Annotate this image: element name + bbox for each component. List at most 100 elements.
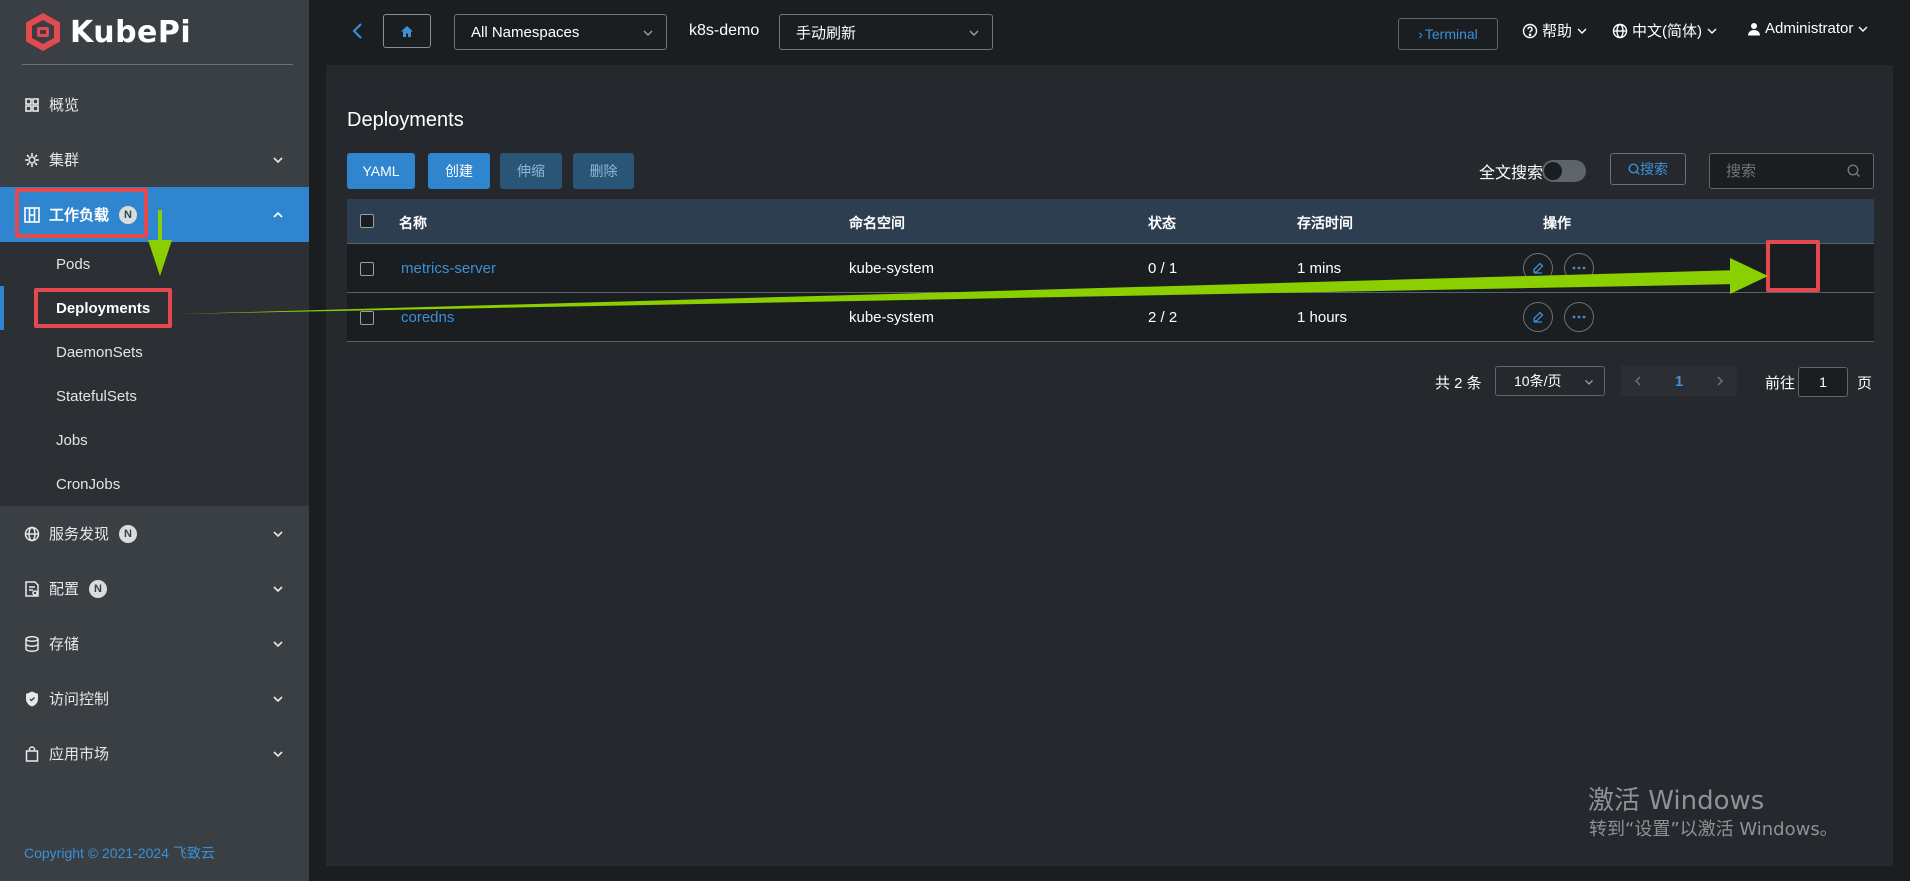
chevron-down-icon (273, 156, 283, 163)
scale-button[interactable]: 伸缩 (500, 153, 562, 189)
workloads-submenu: Pods Deployments DaemonSets StatefulSets… (0, 242, 309, 506)
page-size-select[interactable]: 10条/页 (1495, 366, 1605, 396)
select-all-checkbox[interactable] (360, 214, 374, 228)
language-menu[interactable]: 中文(简体) (1608, 20, 1722, 41)
activation-watermark-subtitle: 转到“设置”以激活 Windows。 (1589, 819, 1838, 840)
sidebar-item-service-discovery[interactable]: 服务发现 N (0, 506, 309, 561)
submenu-item-jobs[interactable]: Jobs (0, 418, 309, 462)
question-circle-icon (1522, 23, 1538, 38)
main-panel: Deployments YAML 创建 伸缩 删除 全文搜索 搜索 名称 命名空… (326, 65, 1893, 866)
full-text-search-toggle[interactable] (1542, 160, 1586, 182)
deployment-name-link[interactable]: metrics-server (401, 260, 496, 277)
terminal-button-label: Terminal (1424, 26, 1478, 42)
home-icon (401, 25, 413, 37)
submenu-item-daemonsets[interactable]: DaemonSets (0, 330, 309, 374)
search-button[interactable]: 搜索 (1610, 153, 1686, 185)
new-badge: N (89, 579, 108, 598)
chevron-down-icon (1585, 380, 1593, 385)
deployment-name-link[interactable]: coredns (401, 309, 454, 326)
chevron-down-icon (273, 640, 283, 647)
column-header-age: 存活时间 (1297, 215, 1353, 231)
copyright-text: Copyright © 2021-2024 飞致云 (24, 845, 215, 861)
full-text-search-label: 全文搜索 (1479, 165, 1544, 182)
more-actions-button[interactable] (1564, 302, 1594, 332)
sidebar-item-overview[interactable]: 概览 (0, 77, 309, 132)
age-cell: 1 mins (1297, 260, 1342, 277)
help-menu[interactable]: 帮助 (1518, 20, 1592, 41)
namespace-select[interactable]: All Namespaces (454, 14, 667, 50)
chevron-up-icon (273, 211, 283, 218)
column-header-name: 名称 (399, 215, 427, 231)
create-button[interactable]: 创建 (428, 153, 490, 189)
chevron-down-icon (1577, 28, 1587, 34)
user-menu[interactable]: Administrator (1743, 20, 1873, 37)
activation-watermark-title: 激活 Windows (1588, 786, 1765, 816)
cluster-name: k8s-demo (689, 22, 760, 39)
user-icon (1748, 22, 1760, 35)
namespace-cell: kube-system (849, 309, 935, 326)
sidebar-item-label: 访问控制 (49, 691, 110, 708)
prev-page-icon[interactable] (1633, 375, 1643, 387)
sidebar: KubePi 概览 集群 工作负载 N Pods Deployments Dae… (0, 0, 309, 881)
column-header-namespace: 命名空间 (849, 215, 905, 231)
sidebar-item-label: 配置 (49, 581, 80, 598)
status-cell: 0 / 1 (1148, 260, 1178, 277)
submenu-item-cronjobs[interactable]: CronJobs (0, 462, 309, 506)
table-row: metrics-server kube-system 0 / 1 1 mins (347, 244, 1874, 293)
namespace-cell: kube-system (849, 260, 935, 277)
submenu-item-deployments[interactable]: Deployments (0, 286, 309, 330)
back-arrow-icon[interactable] (351, 21, 365, 41)
current-page[interactable]: 1 (1675, 373, 1683, 390)
search-icon (1628, 163, 1640, 175)
table-row: coredns kube-system 2 / 2 1 hours (347, 293, 1874, 342)
page-size-value: 10条/页 (1514, 373, 1562, 389)
chevron-down-icon (1707, 28, 1717, 34)
sidebar-item-label: 存储 (49, 636, 80, 653)
sidebar-item-app-market[interactable]: 应用市场 (0, 726, 309, 781)
more-icon (1572, 266, 1586, 270)
sidebar-item-label: 集群 (49, 152, 80, 169)
yaml-button[interactable]: YAML (347, 153, 415, 189)
chevron-down-icon (273, 750, 283, 757)
submenu-item-statefulsets[interactable]: StatefulSets (0, 374, 309, 418)
config-icon (24, 580, 40, 597)
refresh-select-value: 手动刷新 (796, 24, 857, 42)
sidebar-item-cluster[interactable]: 集群 (0, 132, 309, 187)
edit-pencil-icon (1533, 311, 1544, 323)
home-button[interactable] (383, 14, 431, 48)
row-checkbox[interactable] (360, 262, 374, 276)
edit-button[interactable] (1523, 302, 1553, 332)
chevron-down-icon (273, 695, 283, 702)
sidebar-item-access-control[interactable]: 访问控制 (0, 671, 309, 726)
sidebar-item-label: 服务发现 (49, 526, 110, 543)
chevron-down-icon (273, 530, 283, 537)
status-cell: 2 / 2 (1148, 309, 1178, 326)
edit-button[interactable] (1523, 253, 1553, 283)
pagination-total: 共 2 条 (1435, 375, 1482, 392)
chevron-down-icon (1858, 26, 1868, 32)
next-page-icon[interactable] (1715, 375, 1725, 387)
help-menu-label: 帮助 (1542, 23, 1573, 40)
topbar: All Namespaces k8s-demo 手动刷新 › Terminal … (309, 0, 1910, 63)
globe-icon (1612, 23, 1628, 38)
more-actions-button[interactable] (1564, 253, 1594, 283)
delete-button[interactable]: 删除 (573, 153, 634, 189)
submenu-item-pods[interactable]: Pods (0, 242, 309, 286)
kubepi-logo-icon (24, 12, 62, 52)
sidebar-item-workloads[interactable]: 工作负载 N (0, 187, 309, 242)
terminal-button[interactable]: › Terminal (1398, 18, 1498, 50)
column-header-status: 状态 (1148, 215, 1176, 231)
user-menu-label: Administrator (1765, 20, 1854, 37)
refresh-select[interactable]: 手动刷新 (779, 14, 993, 50)
sidebar-item-storage[interactable]: 存储 (0, 616, 309, 671)
logo[interactable]: KubePi (24, 12, 191, 52)
table-header: 名称 命名空间 状态 存活时间 操作 (347, 199, 1874, 244)
goto-page-input[interactable] (1798, 367, 1848, 397)
search-button-label: 搜索 (1640, 161, 1668, 177)
row-checkbox[interactable] (360, 311, 374, 325)
sidebar-item-label: 应用市场 (49, 746, 110, 763)
sidebar-item-config[interactable]: 配置 N (0, 561, 309, 616)
goto-label: 前往 (1765, 375, 1796, 392)
new-badge: N (119, 205, 138, 224)
globe-icon (24, 526, 40, 542)
